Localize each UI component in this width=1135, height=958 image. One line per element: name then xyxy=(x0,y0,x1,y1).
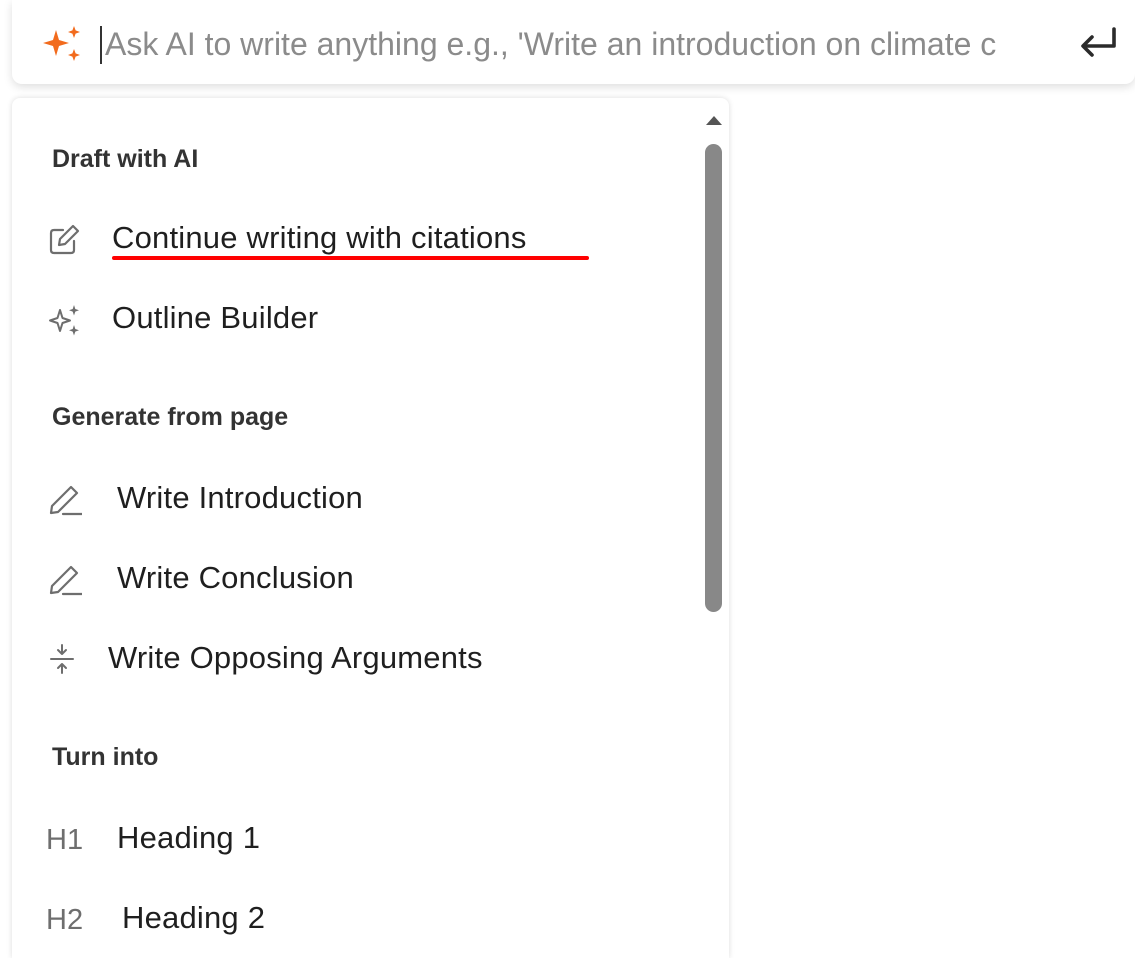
menu-item-label: Write Conclusion xyxy=(117,560,354,595)
sparkle-icon xyxy=(46,302,82,338)
edit-pencil-square-icon xyxy=(46,222,82,258)
enter-icon[interactable] xyxy=(1076,24,1122,64)
ai-command-menu: Draft with AI Continue writing with cita… xyxy=(12,98,729,958)
scroll-up-arrow-icon[interactable] xyxy=(703,112,725,128)
section-title-draft-with-ai: Draft with AI xyxy=(52,145,199,173)
section-title-turn-into: Turn into xyxy=(52,743,159,771)
scrollbar-thumb[interactable] xyxy=(705,144,722,612)
menu-item-write-conclusion[interactable]: Write Conclusion xyxy=(12,546,702,610)
ai-prompt-input[interactable] xyxy=(105,22,1063,66)
menu-item-heading-1[interactable]: H1 Heading 1 xyxy=(12,806,702,870)
pencil-icon xyxy=(46,562,82,598)
menu-item-label: Write Introduction xyxy=(117,480,363,515)
ai-prompt-bar xyxy=(12,0,1135,84)
sparkle-icon xyxy=(40,24,84,64)
heading-2-icon: H2 xyxy=(46,904,84,936)
menu-item-label: Heading 1 xyxy=(117,820,261,855)
menu-item-heading-2[interactable]: H2 Heading 2 xyxy=(12,886,702,950)
heading-1-icon: H1 xyxy=(46,824,84,856)
menu-item-label: Heading 2 xyxy=(122,900,266,935)
section-title-generate-from-page: Generate from page xyxy=(52,403,289,431)
pencil-icon xyxy=(46,482,82,518)
text-cursor xyxy=(100,26,102,64)
highlight-underline xyxy=(112,256,589,260)
menu-item-label: Write Opposing Arguments xyxy=(108,640,483,675)
menu-item-write-introduction[interactable]: Write Introduction xyxy=(12,466,702,530)
menu-item-label: Continue writing with citations xyxy=(112,220,527,255)
menu-item-continue-writing[interactable]: Continue writing with citations xyxy=(12,206,702,270)
menu-item-write-opposing-arguments[interactable]: Write Opposing Arguments xyxy=(12,626,702,690)
compress-arrows-icon xyxy=(46,642,82,678)
menu-item-label: Outline Builder xyxy=(112,300,319,335)
menu-item-outline-builder[interactable]: Outline Builder xyxy=(12,286,702,350)
